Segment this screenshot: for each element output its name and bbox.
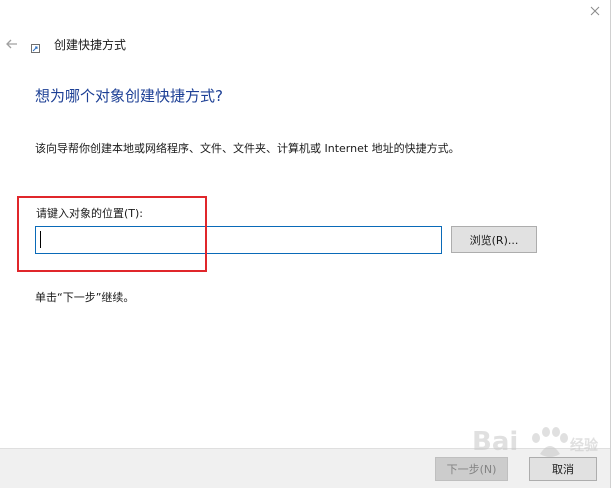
shortcut-icon [31,44,40,53]
window-title: 创建快捷方式 [54,38,127,52]
location-label: 请键入对象的位置(T): [36,207,144,220]
wizard-footer [0,448,610,488]
next-button[interactable]: 下一步(N) [435,457,508,481]
page-heading: 想为哪个对象创建快捷方式? [35,87,223,105]
cancel-button[interactable]: 取消 [529,457,597,481]
back-arrow-icon[interactable] [4,36,20,52]
continue-hint: 单击“下一步”继续。 [35,291,135,304]
location-input[interactable] [35,226,442,254]
text-caret [40,231,41,248]
close-icon[interactable] [588,4,602,18]
wizard-description: 该向导帮你创建本地或网络程序、文件、文件夹、计算机或 Internet 地址的快… [35,142,460,155]
create-shortcut-window: 创建快捷方式 想为哪个对象创建快捷方式? 该向导帮你创建本地或网络程序、文件、文… [0,0,611,488]
browse-button[interactable]: 浏览(R)... [451,226,537,253]
